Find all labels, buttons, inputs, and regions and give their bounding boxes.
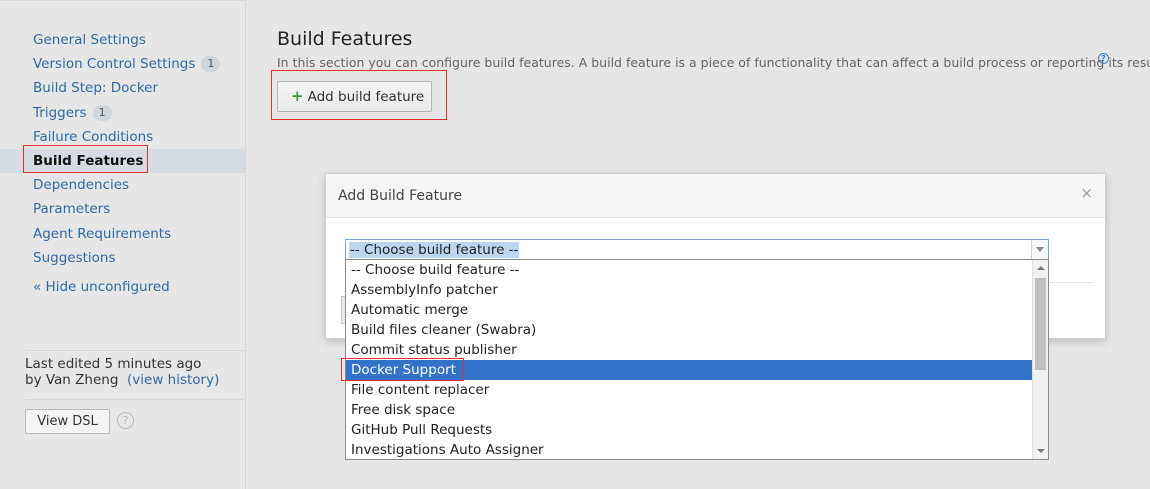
dropdown-option[interactable]: Commit status publisher: [346, 340, 1032, 360]
sidebar-item-label: Suggestions: [33, 249, 116, 266]
highlight-box: [23, 145, 148, 173]
scroll-up-icon[interactable]: [1033, 260, 1049, 276]
dropdown-option[interactable]: -- Choose build feature --: [346, 260, 1032, 280]
build-feature-select[interactable]: -- Choose build feature --: [345, 239, 1049, 260]
sidebar-item-label: General Settings: [33, 32, 146, 48]
page-title: Build Features: [277, 28, 413, 50]
sidebar-item-triggers[interactable]: Triggers 1: [0, 101, 245, 125]
last-edited-time: 5 minutes ago: [104, 356, 202, 372]
sidebar-item-label: Dependencies: [33, 177, 130, 194]
sidebar-item-dependencies[interactable]: Dependencies: [0, 173, 245, 197]
highlight-box: [271, 70, 447, 120]
sidebar-item-label: Triggers: [33, 104, 87, 121]
dropdown-option[interactable]: File content replacer: [346, 380, 1032, 400]
last-edited-info: Last edited 5 minutes ago by Van Zheng (…: [25, 356, 219, 388]
dropdown-option[interactable]: GitHub Pull Requests: [346, 420, 1032, 440]
sidebar-item-agent-requirements[interactable]: Agent Requirements: [0, 222, 245, 246]
scrollbar[interactable]: [1032, 260, 1048, 459]
sidebar-item-label: Version Control Settings: [33, 56, 196, 73]
sidebar-item-general-settings[interactable]: General Settings: [0, 28, 245, 52]
dropdown-option[interactable]: Build files cleaner (Swabra): [346, 320, 1032, 340]
dialog-title: Add Build Feature: [326, 174, 1105, 218]
info-icon[interactable]: ?: [1098, 53, 1109, 64]
count-badge: 1: [92, 104, 112, 121]
divider: [25, 350, 245, 351]
dropdown-option[interactable]: Investigations Auto Assigner: [346, 440, 1032, 460]
sidebar-item-label: Build Step: Docker: [33, 80, 159, 97]
page-description: In this section you can configure build …: [277, 55, 1150, 70]
dropdown-option[interactable]: AssemblyInfo patcher: [346, 280, 1032, 300]
scrollbar-thumb[interactable]: [1035, 278, 1046, 370]
highlight-box: [341, 358, 464, 381]
select-value: -- Choose build feature --: [349, 242, 520, 258]
view-history-link[interactable]: (view history): [127, 372, 219, 388]
hide-unconfigured-link[interactable]: « Hide unconfigured: [33, 279, 170, 295]
sidebar-item-label: Agent Requirements: [33, 225, 172, 242]
divider: [25, 399, 245, 400]
help-icon[interactable]: ?: [117, 412, 134, 429]
dropdown-option[interactable]: Automatic merge: [346, 300, 1032, 320]
chevron-down-icon[interactable]: [1031, 240, 1048, 259]
scroll-down-icon[interactable]: [1033, 443, 1049, 459]
last-edited-by: by Van Zheng: [25, 372, 119, 388]
sidebar-item-build-step-docker[interactable]: Build Step: Docker: [0, 76, 245, 100]
sidebar-item-suggestions[interactable]: Suggestions: [0, 246, 245, 270]
sidebar-item-parameters[interactable]: Parameters: [0, 197, 245, 221]
last-edited-prefix: Last edited: [25, 356, 101, 372]
count-badge: 1: [201, 56, 221, 73]
close-icon[interactable]: ×: [1080, 186, 1093, 201]
sidebar-item-version-control-settings[interactable]: Version Control Settings 1: [0, 52, 245, 76]
view-dsl-button[interactable]: View DSL: [25, 409, 110, 434]
dropdown-option[interactable]: Free disk space: [346, 400, 1032, 420]
sidebar: General Settings Version Control Setting…: [0, 0, 246, 489]
sidebar-item-label: Parameters: [33, 201, 111, 218]
sidebar-item-label: Failure Conditions: [33, 128, 154, 145]
